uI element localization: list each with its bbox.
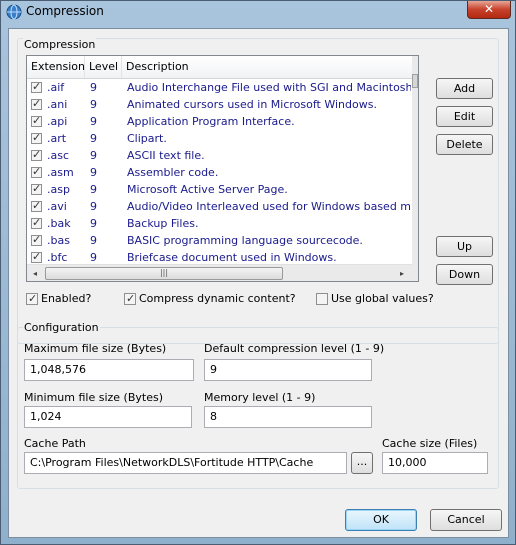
row-checkbox[interactable]: [31, 182, 42, 195]
row-checkbox[interactable]: [31, 131, 42, 144]
ok-button[interactable]: OK: [345, 509, 417, 531]
cache-size-label: Cache size (Files): [382, 437, 478, 450]
table-row[interactable]: .asm 9 Assembler code.: [27, 164, 412, 181]
compression-dialog: Compression ✕ Compression Extension Leve…: [0, 0, 516, 545]
up-button[interactable]: Up: [436, 236, 493, 257]
edit-button[interactable]: Edit: [436, 106, 493, 127]
description-cell: Clipart.: [127, 132, 167, 145]
extension-cell: .bak: [47, 217, 71, 230]
row-checkbox[interactable]: [31, 114, 42, 127]
enabled-checkbox[interactable]: [26, 292, 38, 306]
default-level-input[interactable]: 9: [204, 359, 372, 381]
compression-group-label: Compression: [23, 38, 97, 51]
compress-dynamic-checkbox[interactable]: [124, 292, 136, 306]
description-cell: Microsoft Active Server Page.: [127, 183, 288, 196]
extension-cell: .aif: [47, 81, 65, 94]
extension-cell: .avi: [47, 200, 67, 213]
extension-cell: .api: [47, 115, 68, 128]
table-row[interactable]: .art 9 Clipart.: [27, 130, 412, 147]
row-checkbox[interactable]: [31, 165, 42, 178]
cache-path-input[interactable]: C:\Program Files\NetworkDLS\Fortitude HT…: [24, 452, 347, 474]
level-cell: 9: [90, 166, 97, 179]
table-row[interactable]: .api 9 Application Program Interface.: [27, 113, 412, 130]
compress-dynamic-label: Compress dynamic content?: [139, 292, 296, 305]
level-cell: 9: [90, 217, 97, 230]
row-checkbox[interactable]: [31, 97, 42, 110]
configuration-group-label: Configuration: [23, 321, 100, 334]
list-header: Extension Level Description: [27, 56, 412, 79]
extension-cell: .bas: [47, 234, 70, 247]
table-row[interactable]: .bak 9 Backup Files.: [27, 215, 412, 232]
column-header-description[interactable]: Description: [122, 56, 412, 78]
column-header-level[interactable]: Level: [85, 56, 122, 78]
window-title: Compression: [26, 4, 104, 18]
level-cell: 9: [90, 98, 97, 111]
extension-cell: .asc: [47, 149, 70, 162]
memory-level-label: Memory level (1 - 9): [204, 391, 316, 404]
table-row[interactable]: .bas 9 BASIC programming language sourceco…: [27, 232, 412, 249]
level-cell: 9: [90, 81, 97, 94]
description-cell: ASCII text file.: [127, 149, 205, 162]
description-cell: Animated cursors used in Microsoft Windo…: [127, 98, 377, 111]
extension-cell: .ani: [47, 98, 68, 111]
table-row[interactable]: .aif 9 Audio Interchange File used with SG…: [27, 79, 412, 96]
cache-path-label: Cache Path: [24, 437, 86, 450]
memory-level-input[interactable]: 8: [204, 406, 372, 428]
row-checkbox[interactable]: [31, 148, 42, 161]
level-cell: 9: [90, 200, 97, 213]
add-button[interactable]: Add: [436, 78, 493, 99]
level-cell: 9: [90, 149, 97, 162]
scroll-left-icon[interactable]: ◂: [29, 267, 41, 280]
description-cell: Audio/Video Interleaved used for Windows…: [127, 200, 411, 213]
max-file-size-label: Maximum file size (Bytes): [24, 342, 167, 355]
globe-icon: [6, 4, 22, 20]
row-checkbox[interactable]: [31, 80, 42, 93]
row-checkbox[interactable]: [31, 199, 42, 212]
table-row[interactable]: .ani 9 Animated cursors used in Microsoft …: [27, 96, 412, 113]
table-row[interactable]: .asp 9 Microsoft Active Server Page.: [27, 181, 412, 198]
row-checkbox[interactable]: [31, 250, 42, 263]
max-file-size-input[interactable]: 1,048,576: [24, 359, 194, 381]
description-cell: Application Program Interface.: [127, 115, 295, 128]
vertical-scroll-thumb[interactable]: [412, 74, 418, 88]
delete-button[interactable]: Delete: [436, 134, 493, 155]
enabled-label: Enabled?: [41, 292, 92, 305]
level-cell: 9: [90, 183, 97, 196]
min-file-size-input[interactable]: 1,024: [24, 406, 192, 428]
dialog-client-area: Compression Extension Level Description …: [8, 28, 509, 538]
extensions-list[interactable]: Extension Level Description .aif 9 Audio I…: [26, 55, 419, 282]
title-bar[interactable]: Compression ✕: [1, 1, 515, 23]
table-row[interactable]: .avi 9 Audio/Video Interleaved used for Wi…: [27, 198, 412, 215]
cancel-button[interactable]: Cancel: [430, 509, 502, 531]
description-cell: BASIC programming language sourcecode.: [127, 234, 363, 247]
table-row[interactable]: .asc 9 ASCII text file.: [27, 147, 412, 164]
browse-button[interactable]: ...: [351, 452, 373, 474]
row-checkbox[interactable]: [31, 233, 42, 246]
min-file-size-label: Minimum file size (Bytes): [24, 391, 163, 404]
level-cell: 9: [90, 234, 97, 247]
default-level-label: Default compression level (1 - 9): [204, 342, 385, 355]
horizontal-scrollbar[interactable]: ◂ ||| ▸: [27, 264, 412, 281]
level-cell: 9: [90, 132, 97, 145]
use-global-label: Use global values?: [331, 292, 434, 305]
column-header-extension[interactable]: Extension: [27, 56, 85, 78]
row-checkbox[interactable]: [31, 216, 42, 229]
description-cell: Backup Files.: [127, 217, 199, 230]
cache-size-input[interactable]: 10,000: [382, 452, 488, 474]
down-button[interactable]: Down: [436, 264, 493, 285]
close-button[interactable]: ✕: [467, 1, 511, 19]
description-cell: Assembler code.: [127, 166, 219, 179]
extension-cell: .asp: [47, 183, 70, 196]
description-cell: Audio Interchange File used with SGI and…: [127, 81, 411, 94]
extension-cell: .art: [47, 132, 67, 145]
level-cell: 9: [90, 115, 97, 128]
horizontal-scroll-thumb[interactable]: |||: [45, 267, 283, 280]
vertical-scrollbar[interactable]: [412, 56, 418, 281]
use-global-checkbox[interactable]: [316, 293, 328, 305]
scroll-right-icon[interactable]: ▸: [396, 267, 408, 280]
extension-cell: .asm: [47, 166, 74, 179]
